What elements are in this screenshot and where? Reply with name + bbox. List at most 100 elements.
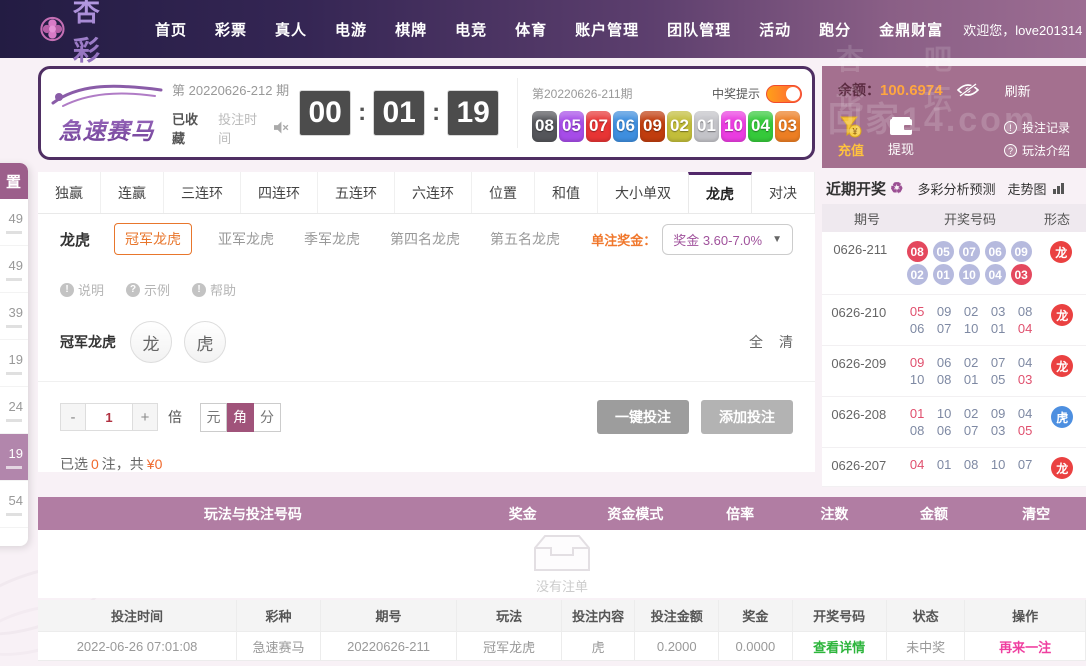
favorited-button[interactable]: 已收藏 — [172, 109, 208, 147]
clear-button[interactable]: 清 — [779, 332, 793, 352]
refresh-recycle-icon[interactable]: ♻ — [890, 179, 903, 197]
tab-和值[interactable]: 和值 — [535, 172, 598, 213]
unit-角[interactable]: 角 — [227, 402, 254, 432]
stepper-plus-button[interactable]: + — [132, 403, 158, 431]
play-intro-link[interactable]: ? 玩法介绍 — [1003, 142, 1070, 159]
help-link-示例[interactable]: ? 示例 — [126, 280, 170, 299]
subtab-第五名龙虎[interactable]: 第五名龙虎 — [490, 229, 560, 249]
tab-对决[interactable]: 对决 — [752, 172, 815, 213]
draw-number: 09 — [936, 304, 952, 319]
subtab-冠军龙虎[interactable]: 冠军龙虎 — [114, 223, 193, 255]
select-all-button[interactable]: 全 — [749, 332, 763, 352]
cart-col-清空[interactable]: 清空 — [986, 504, 1086, 524]
refresh-button[interactable]: 刷新 — [1005, 81, 1031, 100]
subtab-第四名龙虎[interactable]: 第四名龙虎 — [390, 229, 460, 249]
help-link-帮助[interactable]: ! 帮助 — [192, 280, 236, 299]
help-link-说明[interactable]: ! 说明 — [60, 280, 104, 299]
draw-ball: 04 — [748, 110, 773, 142]
nav-item-真人[interactable]: 真人 — [261, 19, 321, 40]
subtab-亚军龙虎[interactable]: 亚军龙虎 — [218, 229, 274, 249]
play-type-tabs: 独赢 连赢 三连环 四连环 五连环 六连环 位置 和值 大小单双 龙虎 对决 — [38, 172, 815, 214]
eye-slash-icon[interactable] — [956, 83, 979, 97]
bet-option-虎[interactable]: 虎 — [184, 321, 226, 363]
tab-位置[interactable]: 位置 — [472, 172, 535, 213]
help-links: ! 说明 ? 示例 ! 帮助 — [38, 264, 815, 305]
side-panel-header[interactable]: 置 — [0, 163, 28, 199]
tab-大小单双[interactable]: 大小单双 — [598, 172, 689, 213]
last-draw-panel: 第20220626-211期 中奖提示 08 05 07 06 09 02 01 10 04 03 — [532, 84, 812, 142]
nav-item-电竞[interactable]: 电竞 — [441, 19, 501, 40]
draw-number: 07 — [963, 423, 979, 438]
subtab-季军龙虎[interactable]: 季军龙虎 — [304, 229, 360, 249]
nav-item-彩票[interactable]: 彩票 — [201, 19, 261, 40]
unit-元[interactable]: 元 — [200, 402, 227, 432]
analysis-link[interactable]: 多彩分析预测 — [917, 179, 995, 198]
speaker-muted-icon[interactable] — [274, 121, 289, 134]
stepper-minus-button[interactable]: - — [60, 403, 86, 431]
prize-label: 单注奖金： — [591, 232, 657, 248]
history-table: 投注时间 彩种 期号 玩法 投注内容 投注金额 奖金 开奖号码 状态 操作 2022-06-26 … — [38, 600, 1086, 661]
win-tip-toggle[interactable] — [766, 84, 802, 103]
draw-issue: 0626-207 — [831, 458, 887, 473]
nav-item-团队管理[interactable]: 团队管理 — [653, 19, 745, 40]
tab-独赢[interactable]: 独赢 — [38, 172, 101, 213]
draw-issue: 0626-211 — [833, 242, 888, 257]
bet-option-龙[interactable]: 龙 — [130, 321, 172, 363]
side-panel-item[interactable]: 19 — [0, 434, 28, 481]
nav-item-金鼎财富[interactable]: 金鼎财富 — [865, 19, 957, 40]
draw-number: 08 — [909, 423, 925, 438]
draw-number: 07 — [990, 355, 1006, 370]
nav-item-活动[interactable]: 活动 — [745, 19, 805, 40]
history-cell[interactable]: 查看详情 — [792, 632, 887, 661]
prize-select[interactable]: 奖金 3.60-7.0% ▼ — [662, 223, 793, 255]
history-cell[interactable]: 再来一注 — [965, 632, 1086, 661]
side-panel-item[interactable]: 19 — [0, 340, 28, 387]
cart-col-资金模式: 资金模式 — [607, 505, 664, 522]
deposit-button[interactable]: ¥ 充值 — [838, 116, 864, 162]
quick-bet-button[interactable]: 一键投注 — [597, 400, 689, 434]
brand-logo[interactable]: 杏彩 — [40, 0, 113, 68]
nav-item-首页[interactable]: 首页 — [141, 19, 201, 40]
stepper-input[interactable] — [86, 403, 132, 431]
draw-issue: 0626-208 — [831, 407, 887, 422]
tab-连赢[interactable]: 连赢 — [101, 172, 164, 213]
tab-四连环[interactable]: 四连环 — [241, 172, 318, 213]
welcome-text: 欢迎您，love201314 — [963, 22, 1083, 38]
shape-badge-龙: 龙 — [1050, 241, 1073, 263]
tab-五连环[interactable]: 五连环 — [318, 172, 395, 213]
sub-navigation: 龙虎 冠军龙虎 亚军龙虎 季军龙虎 第四名龙虎 第五名龙虎 单注奖金： 奖金 3.60-… — [38, 214, 815, 264]
add-bet-button[interactable]: 添加投注 — [701, 400, 793, 434]
horse-swoosh-icon — [51, 84, 163, 107]
draw-numbers: 09 06 02 07 04 10 08 01 05 03 — [896, 353, 1039, 389]
side-panel-item[interactable]: 24 — [0, 387, 28, 434]
wallet-icon — [890, 117, 913, 135]
tab-龙虎[interactable]: 龙虎 — [688, 172, 752, 213]
tab-六连环[interactable]: 六连环 — [395, 172, 472, 213]
trend-link[interactable]: 走势图 — [1007, 179, 1065, 198]
tab-三连环[interactable]: 三连环 — [164, 172, 241, 213]
nav-user-area: 欢迎您，love201314 退出 — [963, 19, 1086, 39]
history-cell: 0.2000 — [635, 632, 720, 661]
help-label: 说明 — [78, 283, 105, 298]
side-panel-item[interactable]: 49 — [0, 246, 28, 293]
draw-number: 04 — [1017, 406, 1033, 421]
brand-name: 杏彩 — [73, 0, 113, 68]
top-navigation: 杏彩 首页 彩票 真人 电游 棋牌 电竞 体育 账户管理 团队管理 活动 跑分 金鼎财富 欢迎您，lo… — [0, 0, 1086, 66]
nav-item-棋牌[interactable]: 棋牌 — [381, 19, 441, 40]
recent-row: 0626-210 05 09 02 03 08 06 07 10 01 04 龙 — [822, 295, 1086, 346]
empty-text: 没有注单 — [535, 578, 588, 594]
unit-分[interactable]: 分 — [254, 402, 281, 432]
nav-item-账户管理[interactable]: 账户管理 — [561, 19, 653, 40]
draw-ball: 03 — [1010, 264, 1032, 285]
nav-item-电游[interactable]: 电游 — [321, 19, 381, 40]
side-panel-item[interactable]: 49 — [0, 199, 28, 246]
bet-records-link[interactable]: ! 投注记录 — [1003, 119, 1070, 136]
nav-item-跑分[interactable]: 跑分 — [805, 19, 865, 40]
side-panel-item[interactable]: 39 — [0, 293, 28, 340]
draw-number: 01 — [990, 321, 1006, 336]
withdraw-button[interactable]: 提现 — [888, 116, 914, 162]
side-panel-item[interactable]: 54 — [0, 481, 28, 528]
nav-item-体育[interactable]: 体育 — [501, 19, 561, 40]
help-label: 帮助 — [210, 283, 237, 298]
draw-number: 03 — [990, 423, 1006, 438]
